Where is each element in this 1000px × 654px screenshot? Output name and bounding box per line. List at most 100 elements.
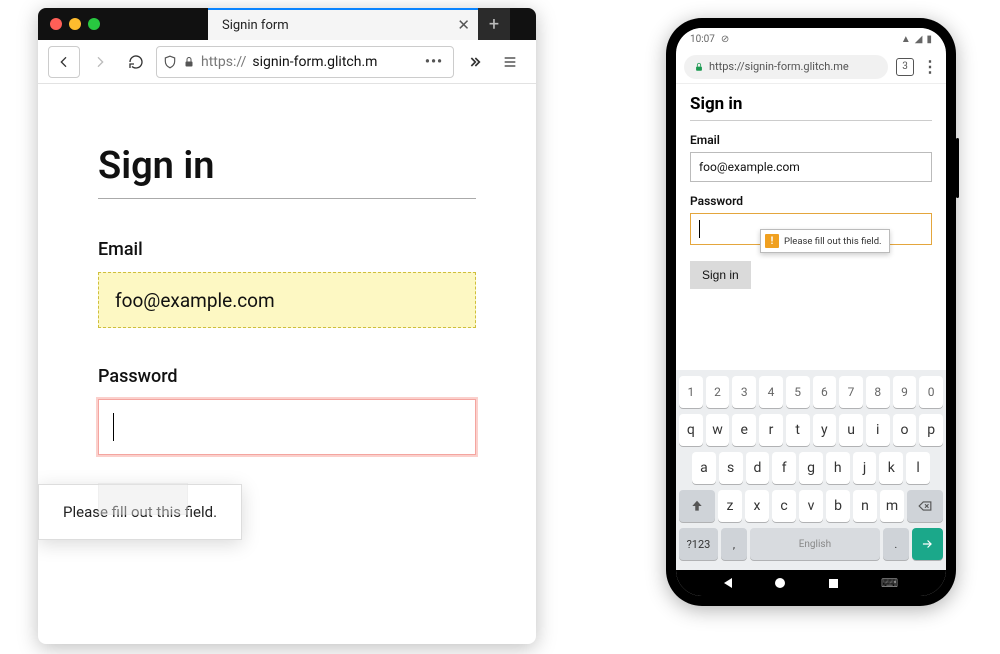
browser-tab[interactable]: Signin form ✕: [208, 8, 478, 40]
overflow-button[interactable]: [458, 46, 490, 78]
new-tab-button[interactable]: +: [478, 8, 510, 40]
url-host: signin-form.glitch.m: [252, 54, 377, 70]
key-f[interactable]: f: [772, 452, 796, 484]
status-time: 10:07: [690, 34, 715, 45]
key-o[interactable]: o: [893, 414, 917, 446]
key-j[interactable]: j: [853, 452, 877, 484]
key-4[interactable]: 4: [759, 376, 783, 408]
period-key[interactable]: .: [883, 528, 909, 560]
signal-icon: ◢: [915, 34, 923, 45]
android-nav-bar: ⌨: [676, 570, 946, 596]
shift-key[interactable]: [679, 490, 715, 522]
mobile-email-label: Email: [690, 133, 932, 147]
space-key[interactable]: English: [750, 528, 880, 560]
shield-icon: [163, 54, 177, 70]
key-2[interactable]: 2: [706, 376, 730, 408]
do-not-disturb-icon: ⊘: [721, 34, 729, 45]
backspace-key[interactable]: [907, 490, 943, 522]
tab-count-button[interactable]: 3: [896, 58, 914, 76]
forward-button[interactable]: [84, 46, 116, 78]
key-s[interactable]: s: [719, 452, 743, 484]
url-bar[interactable]: https:// signin-form.glitch.m •••: [156, 46, 454, 78]
key-y[interactable]: y: [813, 414, 837, 446]
mobile-submit-button[interactable]: Sign in: [690, 261, 751, 289]
nav-keyboard-icon[interactable]: ⌨: [881, 576, 898, 590]
mobile-toolbar: https://signin-form.glitch.me 3 ⋮: [676, 50, 946, 84]
close-icon[interactable]: [50, 18, 62, 30]
mobile-page-title: Sign in: [690, 94, 932, 121]
key-a[interactable]: a: [692, 452, 716, 484]
url-scheme: https://: [201, 54, 246, 70]
tab-close-icon[interactable]: ✕: [457, 16, 470, 34]
lock-icon: [183, 55, 195, 69]
key-l[interactable]: l: [906, 452, 930, 484]
key-q[interactable]: q: [679, 414, 703, 446]
email-value: foo@example.com: [115, 289, 275, 312]
key-h[interactable]: h: [826, 452, 850, 484]
text-caret: [699, 220, 700, 238]
enter-key[interactable]: [912, 528, 943, 560]
reload-button[interactable]: [120, 46, 152, 78]
tab-bar: Signin form ✕ +: [38, 8, 536, 40]
page-content: Sign in Email foo@example.com Password P…: [38, 84, 536, 455]
key-c[interactable]: c: [772, 490, 796, 522]
password-label: Password: [98, 366, 476, 387]
key-g[interactable]: g: [799, 452, 823, 484]
key-i[interactable]: i: [866, 414, 890, 446]
email-label: Email: [98, 239, 476, 260]
password-field[interactable]: [98, 399, 476, 455]
key-5[interactable]: 5: [786, 376, 810, 408]
mobile-password-label: Password: [690, 194, 932, 208]
key-m[interactable]: m: [880, 490, 904, 522]
key-b[interactable]: b: [826, 490, 850, 522]
key-9[interactable]: 9: [893, 376, 917, 408]
mobile-page-content: Sign in Email foo@example.com Password S…: [676, 84, 946, 289]
maximize-icon[interactable]: [88, 18, 100, 30]
text-caret: [113, 413, 114, 441]
mobile-email-field[interactable]: foo@example.com: [690, 152, 932, 182]
key-d[interactable]: d: [746, 452, 770, 484]
key-t[interactable]: t: [786, 414, 810, 446]
back-button[interactable]: [48, 46, 80, 78]
key-k[interactable]: k: [879, 452, 903, 484]
key-p[interactable]: p: [919, 414, 943, 446]
soft-keyboard: 1234567890 qwertyuiop asdfghjkl zxcvbnm …: [676, 370, 946, 570]
key-7[interactable]: 7: [839, 376, 863, 408]
key-z[interactable]: z: [718, 490, 742, 522]
tab-title: Signin form: [222, 18, 289, 33]
key-x[interactable]: x: [745, 490, 769, 522]
key-8[interactable]: 8: [866, 376, 890, 408]
mobile-url-bar[interactable]: https://signin-form.glitch.me: [684, 55, 888, 79]
nav-recent-button[interactable]: [829, 579, 838, 588]
phone-screen: 10:07 ⊘ ▲ ◢ ▮ https://signin-form.glitch…: [676, 28, 946, 596]
wifi-icon: ▲: [901, 34, 911, 45]
key-e[interactable]: e: [732, 414, 756, 446]
url-actions-icon[interactable]: •••: [425, 54, 447, 70]
phone-device-frame: 10:07 ⊘ ▲ ◢ ▮ https://signin-form.glitch…: [666, 18, 956, 606]
mobile-menu-button[interactable]: ⋮: [922, 57, 938, 76]
comma-key[interactable]: ,: [721, 528, 747, 560]
menu-button[interactable]: [494, 46, 526, 78]
key-1[interactable]: 1: [679, 376, 703, 408]
key-3[interactable]: 3: [732, 376, 756, 408]
key-w[interactable]: w: [706, 414, 730, 446]
nav-home-button[interactable]: [775, 578, 785, 588]
key-n[interactable]: n: [853, 490, 877, 522]
window-controls: [38, 18, 208, 30]
key-v[interactable]: v: [799, 490, 823, 522]
key-6[interactable]: 6: [813, 376, 837, 408]
key-u[interactable]: u: [839, 414, 863, 446]
minimize-icon[interactable]: [69, 18, 81, 30]
battery-icon: ▮: [926, 34, 932, 45]
nav-back-button[interactable]: [724, 578, 732, 588]
mobile-validation-message: Please fill out this field.: [784, 236, 882, 247]
desktop-browser-window: Signin form ✕ + https:// signin-form.glit…: [38, 8, 536, 644]
email-field[interactable]: foo@example.com: [98, 272, 476, 328]
symbols-key[interactable]: ?123: [679, 528, 718, 560]
lock-icon: [694, 61, 704, 73]
status-bar: 10:07 ⊘ ▲ ◢ ▮: [676, 28, 946, 50]
key-0[interactable]: 0: [919, 376, 943, 408]
submit-button[interactable]: [98, 483, 188, 515]
page-title: Sign in: [98, 144, 476, 199]
key-r[interactable]: r: [759, 414, 783, 446]
